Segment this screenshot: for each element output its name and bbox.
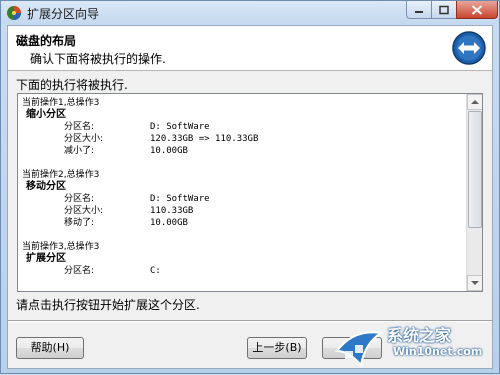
operation-field: 分区名: C: <box>22 265 462 277</box>
operation-log[interactable]: 当前操作1,总操作3 缩小分区 分区名: D: SoftWare 分区大小: 120… <box>17 93 483 292</box>
operation-name: 扩展分区 <box>26 253 66 264</box>
watermark-url: Win10net.com <box>393 345 483 358</box>
field-value: D: SoftWare <box>150 194 210 204</box>
wizard-header: 磁盘的布局 确认下面将被执行的操作. <box>8 26 492 71</box>
operation-name: 缩小分区 <box>26 109 66 120</box>
window-title: 扩展分区向导 <box>27 7 100 21</box>
operation-field: 分区大小: 120.33GB => 110.33GB <box>22 133 462 145</box>
operation-name: 移动分区 <box>26 181 66 192</box>
wizard-window: 扩展分区向导 磁盘的布局 确认下面将被执行的操作. 下面的执行将被执行. 当前操… <box>0 0 500 374</box>
close-button[interactable] <box>456 1 498 19</box>
field-value: 120.33GB => 110.33GB <box>150 134 259 144</box>
maximize-icon <box>439 5 449 14</box>
wizard-content: 磁盘的布局 确认下面将被执行的操作. 下面的执行将被执行. 当前操作1,总操作3… <box>7 25 493 369</box>
field-key: 分区大小: <box>64 206 104 216</box>
arrow-down-icon <box>471 281 479 285</box>
vertical-scrollbar[interactable] <box>466 94 482 291</box>
site-watermark: 系统之家 Win10net.com <box>331 319 500 375</box>
help-button[interactable]: 帮助(H) <box>16 337 84 359</box>
field-value: D: SoftWare <box>150 122 210 132</box>
scroll-up-button[interactable] <box>467 94 482 110</box>
log-section-label: 下面的执行将被执行. <box>16 78 128 92</box>
minimize-button[interactable] <box>406 1 432 19</box>
minimize-icon <box>415 10 423 13</box>
scrollbar-thumb[interactable] <box>468 111 482 228</box>
arrow-up-icon <box>471 100 479 104</box>
log-spacer <box>22 157 462 169</box>
field-key: 分区名: <box>64 122 95 132</box>
operation-log-content: 当前操作1,总操作3 缩小分区 分区名: D: SoftWare 分区大小: 120… <box>22 97 462 277</box>
page-subtitle: 确认下面将被执行的操作. <box>30 52 166 66</box>
operation-field: 减小了: 10.00GB <box>22 145 462 157</box>
field-value: C: <box>150 266 167 276</box>
partition-wizard-icon <box>7 6 21 20</box>
field-key: 分区名: <box>64 194 95 204</box>
field-value: 10.00GB <box>150 146 188 156</box>
field-value: 110.33GB <box>150 206 194 216</box>
field-key: 分区名: <box>64 266 95 276</box>
operation-field: 分区名: D: SoftWare <box>22 193 462 205</box>
field-key: 减小了: <box>64 146 95 156</box>
page-title: 磁盘的布局 <box>16 34 77 48</box>
scroll-down-button[interactable] <box>467 275 482 291</box>
operation-field: 移动了: 10.00GB <box>22 217 462 229</box>
watermark-brand: 系统之家 <box>387 326 452 345</box>
field-key: 移动了: <box>64 218 95 228</box>
expand-arrows-icon <box>452 31 486 65</box>
log-spacer <box>22 229 462 241</box>
maximize-button[interactable] <box>431 1 457 19</box>
field-key: 分区大小: <box>64 134 104 144</box>
field-value: 10.00GB <box>150 218 188 228</box>
back-button[interactable]: 上一步(B) <box>247 337 307 359</box>
operation-step: 当前操作2,总操作3 <box>22 170 100 180</box>
instruction-text: 请点击执行按钮开始扩展这个分区. <box>16 298 200 312</box>
operation-step: 当前操作1,总操作3 <box>22 98 100 108</box>
operation-field: 分区大小: 110.33GB <box>22 205 462 217</box>
close-icon <box>471 4 483 15</box>
title-bar[interactable]: 扩展分区向导 <box>1 1 499 24</box>
operation-field: 分区名: D: SoftWare <box>22 121 462 133</box>
operation-step: 当前操作3,总操作3 <box>22 242 100 252</box>
windows-logo-icon <box>335 331 384 368</box>
